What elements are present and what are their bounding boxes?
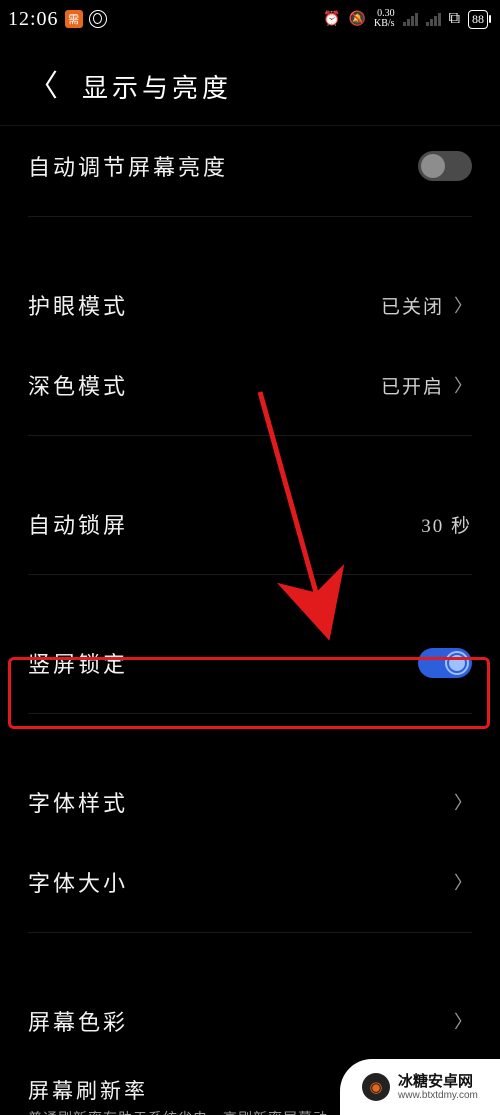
- signal-icon-1: [403, 12, 418, 26]
- page-header: 〈 显示与亮度: [0, 38, 500, 125]
- network-rate: 0.30 KB/s: [374, 9, 395, 29]
- chevron-right-icon: 〉: [454, 869, 472, 895]
- label-eye-care: 护眼模式: [28, 289, 128, 321]
- label-screen-color: 屏幕色彩: [28, 1005, 128, 1037]
- row-portrait-lock[interactable]: 竖屏锁定: [0, 623, 500, 703]
- signal-icon-2: [426, 12, 441, 26]
- row-dark-mode[interactable]: 深色模式 已开启 〉: [0, 345, 500, 425]
- value-dark-mode: 已开启: [381, 372, 444, 399]
- toggle-portrait-lock[interactable]: [418, 648, 472, 678]
- value-auto-lock: 30 秒: [421, 511, 472, 538]
- dnd-icon: 🔕: [349, 11, 366, 28]
- wifi-icon: ⧉: [449, 10, 460, 28]
- label-font-size: 字体大小: [28, 866, 128, 898]
- row-auto-lock[interactable]: 自动锁屏 30 秒: [0, 484, 500, 564]
- label-dark-mode: 深色模式: [28, 369, 128, 401]
- chevron-right-icon: 〉: [454, 789, 472, 815]
- status-time: 12:06: [8, 8, 59, 31]
- watermark-icon: ◉: [362, 1073, 390, 1101]
- app-badge-icon: 需: [65, 10, 83, 28]
- globe-icon: [89, 10, 107, 28]
- battery-indicator: 88: [468, 10, 488, 29]
- chevron-right-icon: 〉: [454, 372, 472, 398]
- watermark: ◉ 冰糖安卓网 www.btxtdmy.com: [340, 1059, 500, 1115]
- row-font-style[interactable]: 字体样式 〉: [0, 762, 500, 842]
- row-screen-color[interactable]: 屏幕色彩 〉: [0, 981, 500, 1061]
- back-button[interactable]: 〈: [28, 72, 58, 102]
- chevron-right-icon: 〉: [454, 1008, 472, 1034]
- row-auto-brightness[interactable]: 自动调节屏幕亮度: [0, 126, 500, 206]
- row-font-size[interactable]: 字体大小 〉: [0, 842, 500, 922]
- value-eye-care: 已关闭: [381, 292, 444, 319]
- toggle-auto-brightness[interactable]: [418, 151, 472, 181]
- watermark-line1: 冰糖安卓网: [398, 1073, 478, 1090]
- chevron-right-icon: 〉: [454, 292, 472, 318]
- row-eye-care[interactable]: 护眼模式 已关闭 〉: [0, 265, 500, 345]
- label-font-style: 字体样式: [28, 786, 128, 818]
- subtitle-refresh-rate: 普通刷新率有助于系统省电，高刷新率屏幕动态显示将更加细腻。: [28, 1109, 338, 1115]
- label-auto-brightness: 自动调节屏幕亮度: [28, 150, 228, 182]
- page-title: 显示与亮度: [82, 68, 232, 105]
- watermark-line2: www.btxtdmy.com: [398, 1090, 478, 1102]
- status-bar: 12:06 需 ⏰ 🔕 0.30 KB/s ⧉ 88: [0, 0, 500, 38]
- label-auto-lock: 自动锁屏: [28, 508, 128, 540]
- alarm-icon: ⏰: [323, 11, 340, 28]
- label-refresh-rate: 屏幕刷新率: [28, 1075, 338, 1105]
- label-portrait-lock: 竖屏锁定: [28, 647, 128, 679]
